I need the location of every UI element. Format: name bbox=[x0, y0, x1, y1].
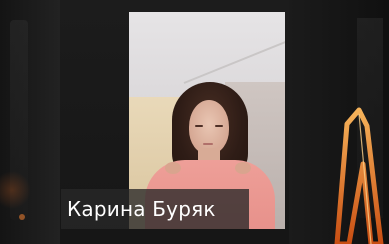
participant-eye-left bbox=[195, 125, 203, 127]
participant-tile-right[interactable] bbox=[289, 0, 389, 244]
participant-face bbox=[189, 100, 229, 154]
participant-eye-right bbox=[215, 125, 223, 127]
tile-warm-light bbox=[0, 170, 30, 210]
video-call-grid: Карина Буряк bbox=[0, 0, 389, 244]
ambient-light-dot bbox=[19, 214, 25, 220]
participant-name: Карина Буряк bbox=[67, 197, 216, 221]
participant-hand-left bbox=[165, 162, 181, 174]
participant-name-label: Карина Буряк bbox=[61, 189, 249, 229]
participant-hand-right bbox=[235, 162, 251, 174]
participant-tile-left[interactable] bbox=[0, 0, 60, 244]
glowing-figure-shape bbox=[334, 107, 384, 244]
participant-mouth bbox=[203, 143, 213, 145]
